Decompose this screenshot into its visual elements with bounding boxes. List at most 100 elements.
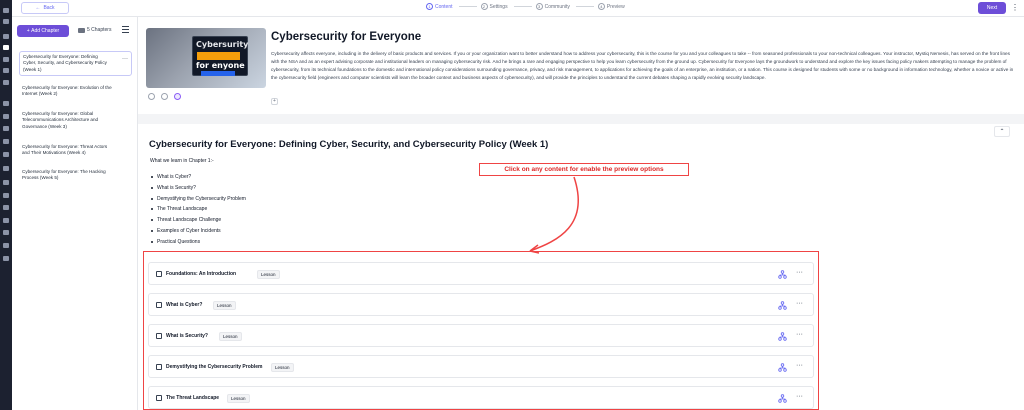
course-description[interactable]: Cybersecurity affects everyone, includin… bbox=[271, 50, 1015, 82]
rail-grid-icon[interactable] bbox=[3, 126, 9, 131]
more-icon[interactable]: ··· bbox=[796, 300, 803, 307]
chapter-item-3[interactable]: Cybersecurity for Everyone: Global Telec… bbox=[19, 109, 132, 132]
rail-settings-icon[interactable] bbox=[3, 243, 9, 248]
cover-laptop: Cybersurity for enyone bbox=[192, 36, 248, 76]
rail-chart-icon[interactable] bbox=[3, 152, 9, 157]
step-connector bbox=[513, 6, 532, 7]
rail-chat-icon[interactable] bbox=[3, 57, 9, 62]
list-item: Practical Questions bbox=[150, 237, 246, 248]
chapter-label: Cybersecurity for Everyone: Evolution of… bbox=[22, 85, 112, 97]
refresh-icon[interactable] bbox=[148, 93, 155, 100]
lesson-row[interactable]: The Threat Landscape Lesson ··· bbox=[148, 386, 814, 409]
tree-icon[interactable] bbox=[778, 332, 787, 341]
rail-megaphone-icon[interactable] bbox=[3, 166, 9, 171]
rail-circle-icon[interactable] bbox=[3, 180, 9, 185]
rail-wrench-icon[interactable] bbox=[3, 230, 9, 235]
rail-site-icon[interactable] bbox=[3, 101, 9, 106]
tree-icon[interactable] bbox=[778, 394, 787, 403]
step-number: 4 bbox=[597, 3, 605, 10]
chapter-label: Cybersecurity for Everyone: Defining Cyb… bbox=[23, 54, 107, 72]
step-preview[interactable]: 4 Preview bbox=[597, 3, 625, 10]
image-icon[interactable] bbox=[161, 93, 168, 100]
lesson-icon bbox=[156, 395, 162, 401]
chapter-count-label: 5 Chapters bbox=[87, 27, 112, 33]
step-number: 3 bbox=[535, 3, 543, 10]
step-content[interactable]: 1 Content bbox=[426, 3, 481, 10]
lesson-name: What is Cyber? bbox=[166, 302, 203, 308]
step-settings[interactable]: 2 Settings bbox=[480, 3, 536, 10]
lesson-badge: Lesson bbox=[219, 332, 242, 341]
list-item: The Threat Landscape bbox=[150, 204, 246, 215]
chapter-item-1[interactable]: Cybersecurity for Everyone: Defining Cyb… bbox=[19, 51, 132, 77]
lesson-name: Demystifying the Cybersecurity Problem bbox=[166, 364, 263, 370]
course-cover-image[interactable]: Cybersurity for enyone bbox=[146, 28, 266, 88]
add-chapter-button[interactable]: + Add Chapter bbox=[17, 25, 69, 37]
magic-icon[interactable] bbox=[174, 93, 181, 100]
rail-plug-icon[interactable] bbox=[3, 205, 9, 210]
add-block-icon[interactable]: + bbox=[271, 98, 278, 105]
topic-list: What is Cyber? What is Security? Demysti… bbox=[150, 172, 246, 248]
step-label: Content bbox=[435, 3, 453, 10]
lesson-name: The Threat Landscape bbox=[166, 395, 220, 401]
tree-icon[interactable] bbox=[778, 270, 787, 279]
lesson-badge: Lesson bbox=[257, 270, 280, 279]
lesson-row[interactable]: Foundations: An Introduction Lesson ··· bbox=[148, 262, 814, 285]
chapter-item-2[interactable]: Cybersecurity for Everyone: Evolution of… bbox=[19, 83, 132, 100]
rail-mail-icon[interactable] bbox=[3, 19, 9, 24]
step-community[interactable]: 3 Community bbox=[535, 3, 598, 10]
chapter-label: Cybersecurity for Everyone: Threat Actor… bbox=[22, 144, 108, 156]
rail-frame-icon[interactable] bbox=[3, 139, 9, 144]
rail-pages-icon[interactable] bbox=[3, 68, 9, 73]
rail-home-icon[interactable] bbox=[3, 8, 9, 13]
rail-courses-icon[interactable] bbox=[3, 45, 9, 50]
lesson-badge: Lesson bbox=[227, 394, 250, 403]
rail-play-icon[interactable] bbox=[3, 256, 9, 261]
chapter-count: 5 Chapters bbox=[78, 27, 111, 33]
lesson-icon bbox=[156, 271, 162, 277]
more-icon[interactable]: ··· bbox=[796, 362, 803, 369]
rail-shop-icon[interactable] bbox=[3, 80, 9, 85]
cover-text-line2 bbox=[197, 52, 240, 60]
lesson-row[interactable]: What is Cyber? Lesson ··· bbox=[148, 293, 814, 316]
lesson-name: What is Security? bbox=[166, 333, 208, 339]
chevron-up-icon[interactable]: ⌃ bbox=[994, 126, 1010, 137]
lesson-row[interactable]: What is Security? Lesson ··· bbox=[148, 324, 814, 347]
tree-icon[interactable] bbox=[778, 301, 787, 310]
lesson-row[interactable]: Demystifying the Cybersecurity Problem L… bbox=[148, 355, 814, 378]
rail-user-icon[interactable] bbox=[3, 218, 9, 223]
step-connector bbox=[458, 6, 477, 7]
chapter-item-4[interactable]: Cybersecurity for Everyone: Threat Actor… bbox=[19, 142, 132, 159]
chapter-title[interactable]: Cybersecurity for Everyone: Defining Cyb… bbox=[149, 139, 548, 150]
step-label: Preview bbox=[606, 3, 625, 10]
list-item: What is Cyber? bbox=[150, 172, 246, 183]
next-button[interactable]: Next bbox=[978, 2, 1006, 14]
chapter-item-5[interactable]: Cybersecurity for Everyone: The Hacking … bbox=[19, 167, 132, 184]
more-icon[interactable]: ··· bbox=[122, 56, 128, 62]
list-item: Threat Landscape Challenge bbox=[150, 215, 246, 226]
rail-tool-icon[interactable] bbox=[3, 34, 9, 39]
more-icon[interactable]: ··· bbox=[796, 269, 803, 276]
list-item: What is Security? bbox=[150, 183, 246, 194]
back-arrow-icon: ← bbox=[35, 5, 41, 11]
lesson-badge: Lesson bbox=[213, 301, 236, 310]
step-label: Settings bbox=[489, 3, 508, 10]
tree-icon[interactable] bbox=[778, 363, 787, 372]
course-title[interactable]: Cybersecurity for Everyone bbox=[271, 31, 421, 43]
main-content: Cybersurity for enyone Cybersecurity for… bbox=[138, 17, 1024, 410]
learn-intro: What we learn in Chapter 1:- bbox=[150, 158, 214, 164]
lesson-icon bbox=[156, 364, 162, 370]
collapse-icon[interactable] bbox=[122, 26, 129, 33]
more-icon[interactable]: ··· bbox=[796, 331, 803, 338]
rail-box-icon[interactable] bbox=[3, 114, 9, 119]
back-label: Back bbox=[43, 5, 55, 11]
lesson-list: Foundations: An Introduction Lesson ··· … bbox=[143, 251, 819, 410]
more-icon[interactable]: ··· bbox=[796, 393, 803, 400]
back-button[interactable]: ← Back bbox=[21, 2, 69, 14]
step-progress: 1 Content 2 Settings 3 Community 4 Previ… bbox=[426, 3, 625, 10]
step-label: Community bbox=[544, 3, 570, 10]
lesson-badge: Lesson bbox=[271, 363, 294, 372]
section-divider bbox=[138, 114, 1024, 124]
kebab-icon[interactable]: ⋮ bbox=[1010, 2, 1020, 14]
chapter-sidebar: + Add Chapter 5 Chapters Cybersecurity f… bbox=[12, 17, 138, 410]
rail-paint-icon[interactable] bbox=[3, 193, 9, 198]
